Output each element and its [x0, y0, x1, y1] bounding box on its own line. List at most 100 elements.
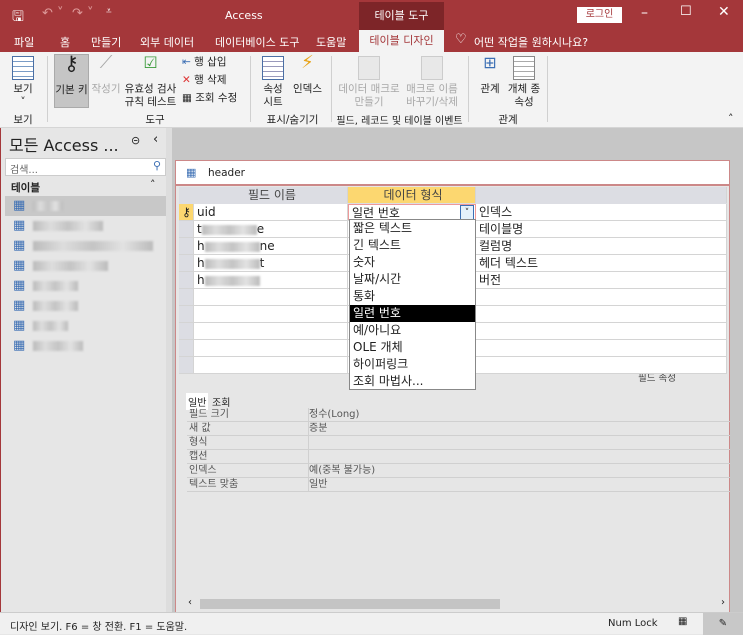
datasheet-view-icon[interactable]: ▦ [678, 616, 687, 627]
property-sheet-button[interactable]: 속성 시트 [258, 56, 288, 109]
property-row[interactable]: 형식 [187, 436, 730, 450]
data-type-dropdown-list[interactable]: 짧은 텍스트 긴 텍스트 숫자 날짜/시간 통화 일련 번호 예/아니요 OLE 개체 하이퍼링… [349, 219, 476, 390]
nav-table-item[interactable]: ▦ [5, 216, 166, 236]
scroll-left-icon[interactable]: ‹ [188, 597, 192, 608]
tab-lookup[interactable]: 조회 [212, 394, 230, 409]
nav-table-item[interactable]: ▦ [5, 256, 166, 276]
description-cell[interactable]: 버전 [476, 272, 727, 288]
field-name-cell[interactable]: uid [194, 204, 348, 220]
section-collapse-icon[interactable]: ˄ [150, 178, 156, 191]
row-selector[interactable] [179, 340, 194, 356]
property-value[interactable]: 예(중복 불가능) [309, 464, 375, 477]
tab-external-data[interactable]: 외부 데이터 [140, 34, 194, 50]
row-selector[interactable] [179, 357, 194, 373]
tab-database-tools[interactable]: 데이터베이스 도구 [215, 34, 299, 50]
dropdown-option[interactable]: 조회 마법사... [350, 373, 475, 390]
horizontal-scrollbar[interactable]: ‹ › [186, 597, 729, 611]
tab-home[interactable]: 홈 [60, 34, 70, 50]
description-cell[interactable] [476, 323, 727, 339]
dropdown-arrow-icon[interactable]: ˅ [460, 205, 474, 219]
close-button[interactable]: ✕ [718, 4, 730, 20]
nav-table-item[interactable]: ▦ [5, 316, 166, 336]
nav-menu-icon[interactable]: ⊝ [131, 134, 140, 147]
nav-table-item[interactable]: ▦ [5, 276, 166, 296]
dropdown-option[interactable]: 짧은 텍스트 [350, 220, 475, 237]
search-icon[interactable]: ⚲ [153, 159, 161, 172]
description-cell[interactable] [476, 289, 727, 305]
insert-row-button[interactable]: ⇤ 행 삽입 [182, 56, 226, 69]
tell-me-input[interactable]: 어떤 작업을 원하시나요? [474, 34, 588, 50]
description-cell[interactable] [476, 357, 727, 373]
row-selector[interactable]: ⚷ [179, 204, 194, 220]
property-row[interactable]: 캡션 [187, 450, 730, 464]
builder-button[interactable]: ⟋ 작성기 [90, 54, 122, 96]
indexes-button[interactable]: ⚡ 인덱스 [290, 54, 325, 96]
property-row[interactable]: 새 값 증분 [187, 422, 730, 436]
tab-help[interactable]: 도움말 [316, 34, 346, 50]
scrollbar-thumb[interactable] [200, 599, 500, 609]
create-data-macros-button[interactable]: 데이터 매크로 만들기 [337, 56, 401, 109]
modify-lookups-button[interactable]: ▦ 조회 수정 [182, 92, 237, 105]
collapse-nav-icon[interactable]: ‹ [153, 132, 158, 147]
redo-icon[interactable]: ↷ ˅ [72, 6, 94, 21]
description-cell[interactable]: 컬럼명 [476, 238, 727, 254]
field-name-cell[interactable]: h [194, 272, 348, 288]
dropdown-option[interactable]: 통화 [350, 288, 475, 305]
field-name-cell[interactable] [194, 323, 348, 339]
property-row[interactable]: 인덱스 예(중복 불가능) [187, 464, 730, 478]
field-name-cell[interactable]: te [194, 221, 348, 237]
property-value[interactable]: 증분 [309, 422, 327, 435]
property-row[interactable]: 텍스트 맞춤 일반 [187, 478, 730, 492]
maximize-button[interactable]: ☐ [680, 4, 692, 19]
object-dependencies-button[interactable]: 개체 종속성 [507, 56, 541, 109]
tab-table-design[interactable]: 테이블 디자인 [359, 30, 444, 52]
row-selector[interactable] [179, 306, 194, 322]
field-name-cell[interactable] [194, 289, 348, 305]
view-button[interactable]: 보기 ˅ [8, 56, 38, 109]
rename-macro-button[interactable]: 매크로 이름 바꾸기/삭제 [403, 56, 461, 109]
relationships-button[interactable]: ⊞ 관계 [475, 55, 505, 96]
field-name-cell[interactable] [194, 340, 348, 356]
login-button[interactable]: 로그인 [577, 7, 622, 23]
customize-qat-icon[interactable]: ⩡ [106, 6, 112, 17]
property-value[interactable]: 일반 [309, 478, 327, 491]
dropdown-option[interactable]: 긴 텍스트 [350, 237, 475, 254]
row-selector[interactable] [179, 289, 194, 305]
save-icon[interactable]: 🖫 [12, 6, 24, 30]
dropdown-option[interactable]: 예/아니요 [350, 322, 475, 339]
dropdown-option[interactable]: OLE 개체 [350, 339, 475, 356]
primary-key-button[interactable]: ⚷ 기본 키 [54, 53, 89, 108]
tab-file[interactable]: 파일 [14, 34, 34, 50]
row-selector[interactable] [179, 221, 194, 237]
property-value[interactable]: 정수(Long) [309, 408, 359, 421]
document-tab[interactable]: ▦ header [176, 161, 729, 186]
undo-icon[interactable]: ↶ ˅ [42, 6, 64, 21]
nav-table-item[interactable]: ▦ [5, 236, 166, 256]
description-cell[interactable]: 인덱스 [476, 204, 727, 220]
nav-table-item[interactable]: ▦ [5, 296, 166, 316]
collapse-ribbon-icon[interactable]: ˄ [728, 112, 734, 125]
field-name-cell[interactable]: ht [194, 255, 348, 271]
test-validation-button[interactable]: ☑ 유효성 검사 규칙 테스트 [123, 55, 178, 109]
dropdown-option[interactable]: 날짜/시간 [350, 271, 475, 288]
nav-section-tables[interactable]: 테이블 [11, 180, 40, 195]
row-selector[interactable] [179, 323, 194, 339]
tab-create[interactable]: 만들기 [91, 34, 121, 50]
delete-row-button[interactable]: ✕ 행 삭제 [182, 74, 226, 87]
description-cell[interactable]: 헤더 텍스트 [476, 255, 727, 271]
nav-table-item[interactable]: ▦ [5, 196, 166, 216]
description-cell[interactable] [476, 306, 727, 322]
design-view-icon[interactable]: ✎ [703, 613, 743, 635]
row-selector[interactable] [179, 255, 194, 271]
nav-title[interactable]: 모든 Access ... [9, 132, 119, 156]
scroll-right-icon[interactable]: › [721, 597, 725, 608]
description-cell[interactable] [476, 340, 727, 356]
nav-search-input[interactable]: 검색... ⚲ [5, 158, 166, 176]
dropdown-option[interactable]: 숫자 [350, 254, 475, 271]
field-name-cell[interactable] [194, 306, 348, 322]
row-selector[interactable] [179, 238, 194, 254]
field-name-cell[interactable] [194, 357, 348, 373]
minimize-button[interactable]: – [641, 5, 648, 21]
nav-table-item[interactable]: ▦ [5, 336, 166, 356]
dropdown-option[interactable]: 일련 번호 [350, 305, 475, 322]
